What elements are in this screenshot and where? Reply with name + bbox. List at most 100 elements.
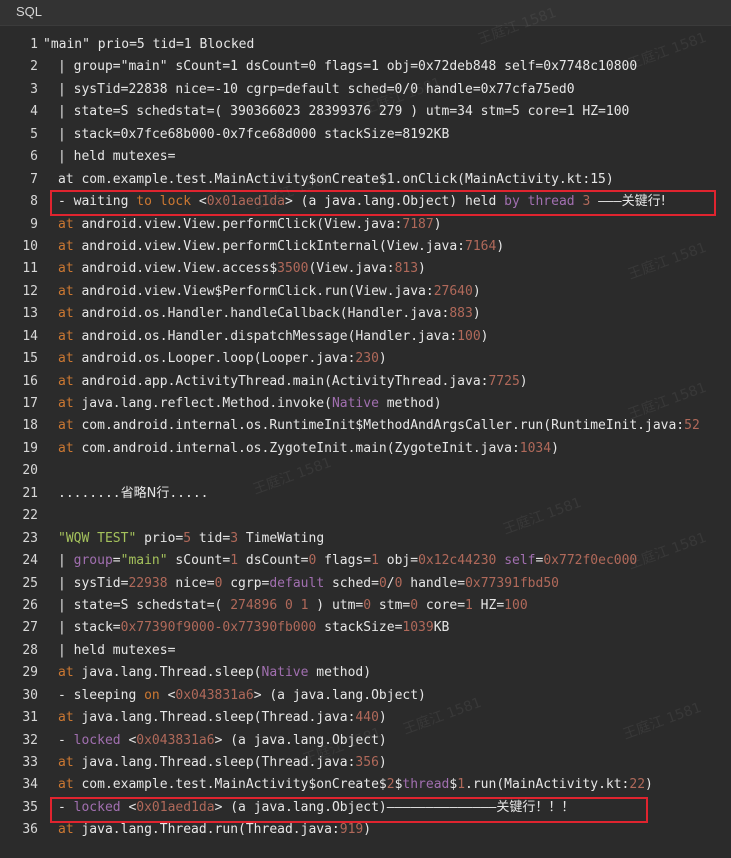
line-text: ........省略N行..... [58, 483, 209, 505]
line-text: - locked <0x01aed1da> (a java.lang.Objec… [58, 797, 574, 819]
code-token: at [58, 351, 74, 367]
code-token: cgrp= [222, 575, 270, 591]
code-token: "main" [120, 553, 168, 569]
line-number: 23 [22, 530, 38, 546]
code-token: 100 [457, 328, 481, 344]
line-number: 18 [22, 418, 38, 434]
code-token: 关键行！！！ [496, 799, 575, 815]
code-token: = [112, 553, 121, 569]
code-line: 29 at java.lang.Thread.sleep(Native metho… [0, 662, 731, 684]
line-text: at android.os.Handler.dispatchMessage(Ha… [58, 326, 488, 348]
line-text: at java.lang.Thread.run(Thread.java:919) [58, 819, 371, 841]
code-token: com.android.internal.os.ZygoteInit.main(… [73, 440, 520, 456]
code-token: 0x043831a6 [136, 732, 215, 748]
line-number: 33 [22, 755, 38, 770]
code-token: ) [551, 440, 559, 456]
code-token: HZ= [472, 597, 505, 613]
code-token: 7187 [402, 216, 434, 232]
code-token: obj= [378, 553, 419, 569]
line-text: at android.os.Handler.handleCallback(Han… [58, 303, 481, 325]
code-token: nice= [167, 575, 215, 591]
code-token: default [269, 575, 325, 591]
line-number: 35 [22, 799, 38, 815]
line-number: 8 [30, 194, 38, 210]
line-number: 7 [30, 171, 38, 187]
line-number: 24 [22, 553, 38, 569]
line-number: 2 [30, 59, 38, 75]
language-label: SQL [16, 4, 43, 19]
code-token: locked [73, 799, 121, 815]
code-token: ——— [590, 194, 622, 210]
code-token: ) [418, 261, 426, 277]
code-token: "main" prio=5 tid=1 Blocked [43, 37, 255, 52]
code-line: 31 at java.lang.Thread.sleep(Thread.java:… [0, 707, 731, 729]
line-text: | sysTid=22838 nice=-10 cgrp=default sch… [58, 79, 575, 101]
code-token: at [58, 238, 74, 254]
line-text: at android.app.ActivityThread.main(Activ… [58, 371, 528, 393]
line-number: 25 [22, 575, 38, 591]
line-number: 12 [22, 283, 38, 299]
line-number: 5 [30, 126, 38, 142]
code-token: 230 [355, 351, 379, 367]
code-line: 17 at java.lang.reflect.Method.invoke(Nat… [0, 393, 731, 415]
line-number: 21 [22, 485, 38, 501]
code-line: 24 | group="main" sCount=1 dsCount=0 flag… [0, 550, 731, 572]
code-token: 356 [355, 755, 379, 770]
code-line: 9 at android.view.View.performClick(View.… [0, 214, 731, 236]
code-token: handle= [402, 575, 466, 591]
code-token: ) [519, 373, 528, 389]
code-token: at [58, 755, 74, 770]
code-token: < [120, 732, 137, 748]
line-number: 17 [22, 396, 38, 411]
code-token: < [120, 799, 137, 815]
code-token: 22938 [128, 575, 168, 591]
code-token: - [58, 799, 74, 815]
code-token: - [58, 732, 74, 748]
code-token: ) [378, 351, 387, 367]
code-token: 0x01aed1da [136, 799, 215, 815]
code-token: ..... [169, 485, 209, 501]
code-token: sched= [324, 575, 379, 591]
code-token: ) [433, 216, 442, 232]
code-token: java.lang.Thread.run(Thread.java: [73, 822, 340, 838]
code-token: | [58, 553, 74, 569]
code-token: com.android.internal.os.RuntimeInit$Meth… [73, 418, 685, 434]
line-text: at com.example.test.MainActivity$onCreat… [58, 774, 653, 796]
code-line: 19 at com.android.internal.os.ZygoteInit.… [0, 438, 731, 460]
code-line: 6 | held mutexes= [0, 146, 731, 168]
code-token: | state=S schedstat=( 390366023 28399376… [58, 104, 630, 120]
code-token: | sysTid=22838 nice=-10 cgrp=default sch… [58, 81, 575, 97]
line-number: 11 [22, 261, 38, 277]
code-token: (View.java: [308, 261, 395, 277]
line-text: | held mutexes= [58, 640, 175, 662]
code-token: | group="main" sCount=1 dsCount=0 flags=… [58, 59, 638, 75]
code-token: | stack= [58, 620, 121, 636]
code-line: 7 at com.example.test.MainActivity$onCrea… [0, 169, 731, 191]
code-token: ) utm= [308, 597, 364, 613]
code-token: 27640 [433, 283, 473, 299]
code-line: 12 at android.view.View$PerformClick.run(… [0, 281, 731, 303]
code-token: 1 [230, 553, 239, 569]
code-line: 22 [0, 505, 731, 527]
line-number: 22 [22, 508, 38, 524]
code-token: thread [402, 777, 450, 793]
code-token: ) [480, 328, 489, 344]
code-token: self [504, 553, 536, 569]
code-line: 16 at android.app.ActivityThread.main(Act… [0, 371, 731, 393]
line-text: at android.view.View$PerformClick.run(Vi… [58, 281, 481, 303]
code-line: 18 at com.android.internal.os.RuntimeInit… [0, 415, 731, 437]
code-token: 22 [629, 777, 646, 793]
code-token: ) [378, 755, 387, 770]
code-token: to [136, 194, 152, 210]
code-line: 21 ........省略N行..... [0, 483, 731, 505]
line-text: at java.lang.Thread.sleep(Thread.java:35… [58, 752, 387, 774]
code-token: "WQW TEST" [58, 530, 137, 546]
code-token: > (a java.lang.Object) held [285, 194, 505, 210]
code-line: 11 at android.view.View.access$3500(View.… [0, 258, 731, 280]
line-text: | group="main" sCount=1 dsCount=0 flags=… [58, 56, 637, 78]
code-token: android.os.Looper.loop(Looper.java: [73, 351, 356, 367]
code-token: > (a java.lang.Object)—————————————— [214, 799, 497, 815]
code-line: 14 at android.os.Handler.dispatchMessage(… [0, 326, 731, 348]
code-token: 3500 [277, 261, 309, 277]
code-line: 13 at android.os.Handler.handleCallback(H… [0, 303, 731, 325]
